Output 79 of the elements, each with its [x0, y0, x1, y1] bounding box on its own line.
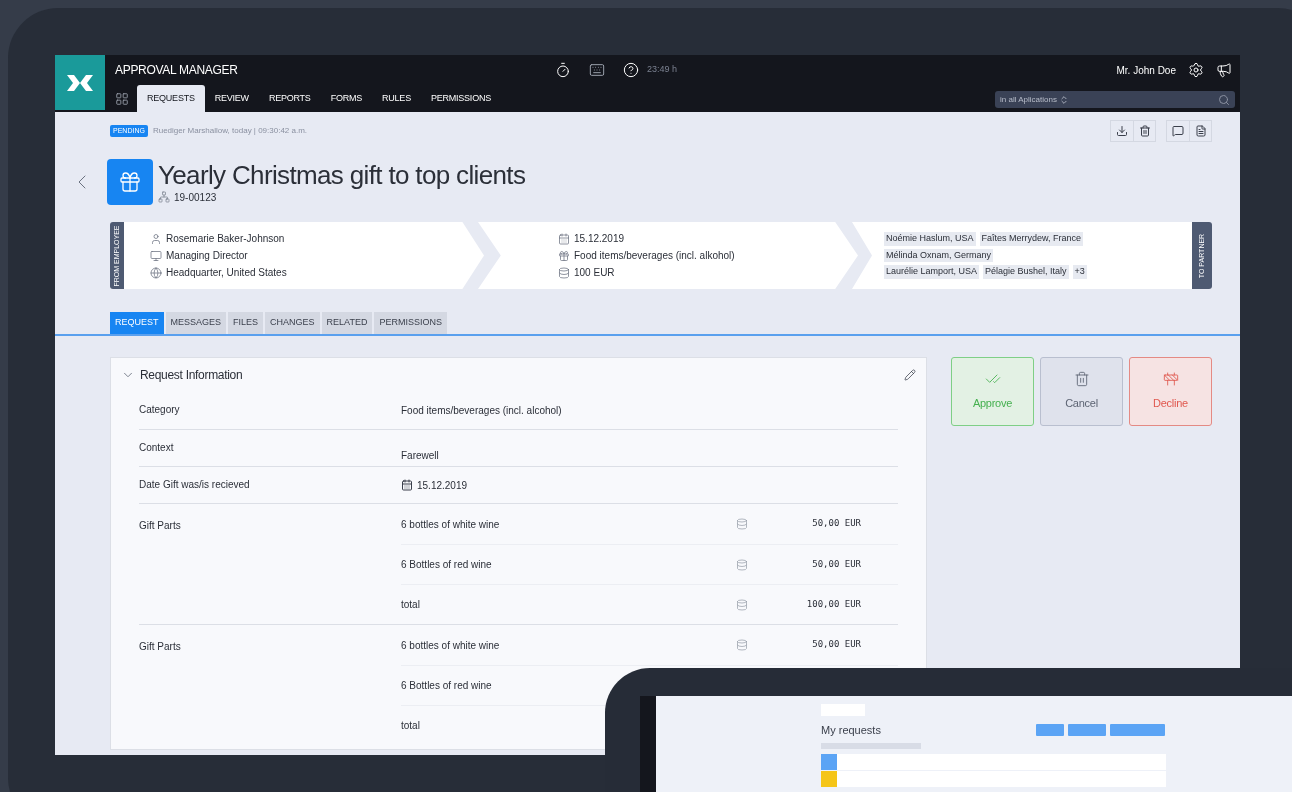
timer-icon[interactable]: [555, 62, 571, 78]
part-text: 6 Bottles of red wine: [401, 558, 493, 572]
calendar-icon: [558, 232, 570, 245]
settings-icon[interactable]: [1188, 62, 1204, 78]
amount-text: 50,00 EUR: [811, 638, 861, 652]
detail-tab[interactable]: CHANGES: [265, 312, 320, 334]
gift-icon: [118, 170, 142, 194]
amount-text: 50,00 EUR: [811, 557, 861, 571]
field-label: Gift Parts: [139, 519, 182, 533]
keyboard-icon[interactable]: [589, 62, 605, 78]
request-title: Yearly Christmas gift to top clients: [158, 159, 526, 190]
field-label: Category: [139, 403, 181, 417]
partner-tag: +3: [1072, 265, 1087, 279]
trash-icon: [1073, 371, 1090, 388]
section-title: Request Information: [140, 367, 243, 384]
amount-text: 50,00 EUR: [811, 517, 861, 531]
partner-tag: Noémie Haslum, USA: [884, 232, 976, 246]
help-icon[interactable]: [623, 62, 639, 78]
nav-tab[interactable]: REQUESTS: [137, 85, 205, 112]
globe-icon: [150, 266, 162, 279]
nav-tab[interactable]: REPORTS: [258, 85, 321, 112]
info-text: Managing Director: [166, 249, 248, 263]
info-text: Rosemarie Baker-Johnson: [166, 232, 285, 246]
search-placeholder: in all Aplications: [1000, 93, 1057, 106]
part-text: total: [401, 719, 421, 733]
branch-icon: [158, 191, 170, 203]
calendar-icon: [401, 479, 413, 491]
nav-tab[interactable]: REVIEW: [204, 85, 259, 112]
detail-tab[interactable]: MESSAGES: [165, 312, 227, 334]
user-name[interactable]: Mr. John Doe: [1116, 62, 1176, 78]
amount-text: 100,00 EUR: [805, 597, 861, 611]
partner-tag: Pélagie Bushel, Italy: [983, 265, 1069, 279]
download-icon: [1116, 125, 1128, 137]
field-label: Gift Parts: [139, 640, 182, 654]
cancel-button[interactable]: Cancel: [1040, 357, 1123, 426]
nav-tab[interactable]: PERMISSIONS: [420, 85, 501, 112]
request-id: 19-00123: [174, 190, 217, 205]
info-text: Food items/beverages (incl. alkohol): [574, 249, 735, 263]
partner-tag: Faîtes Merrydew, France: [979, 232, 1084, 246]
app-title: APPROVAL MANAGER: [115, 62, 239, 79]
person-icon: [150, 232, 162, 245]
info-text: 15.12.2019: [574, 232, 625, 246]
barrier-icon: [1162, 371, 1179, 388]
field-label: Date Gift was/is recieved: [139, 478, 251, 492]
gift-icon: [558, 249, 570, 262]
updown-icon: [1058, 94, 1069, 105]
desk-icon: [150, 249, 162, 262]
trash-icon: [1138, 125, 1151, 137]
row-tile: [821, 770, 837, 787]
part-text: 6 bottles of white wine: [401, 638, 501, 653]
detail-tab[interactable]: FILES: [228, 312, 264, 334]
document-icon: [1194, 125, 1207, 137]
part-text: 6 bottles of white wine: [401, 517, 501, 532]
search-icon[interactable]: [1218, 93, 1230, 106]
field-label: Context: [139, 441, 175, 455]
apps-grid-icon[interactable]: [115, 92, 129, 106]
clock-text: 23:49 h: [647, 63, 678, 77]
part-text: total: [401, 598, 421, 612]
partner-tag: Mélinda Oxnam, Germany: [884, 248, 994, 263]
detail-tab[interactable]: REQUEST: [110, 312, 164, 334]
search-field[interactable]: in all Aplications: [995, 91, 1235, 108]
megaphone-icon[interactable]: [1216, 62, 1232, 78]
row-tile: [821, 753, 837, 770]
meta-text: Ruediger Marshallow, today | 09:30:42 a.m.: [152, 125, 308, 137]
info-text: 100 EUR: [574, 266, 615, 280]
part-text: 6 Bottles of red wine: [401, 679, 493, 693]
info-text: Headquarter, United States: [166, 266, 287, 280]
detail-tab[interactable]: PERMISSIONS: [374, 312, 447, 334]
field-value: Food items/beverages (incl. alcohol): [401, 404, 562, 418]
partner-tag: Laurélie Lamport, USA: [884, 265, 980, 279]
page-heading: My requests: [821, 723, 882, 738]
nav-tab[interactable]: FORMS: [320, 85, 373, 112]
field-value: 15.12.2019: [417, 478, 468, 493]
detail-tab[interactable]: RELATED: [321, 312, 373, 334]
field-value: Farewell: [401, 448, 439, 463]
list-row[interactable]: [821, 753, 1166, 770]
nav-tab[interactable]: RULES: [372, 85, 421, 112]
edit-icon[interactable]: [904, 369, 916, 381]
comment-icon: [1172, 125, 1184, 137]
